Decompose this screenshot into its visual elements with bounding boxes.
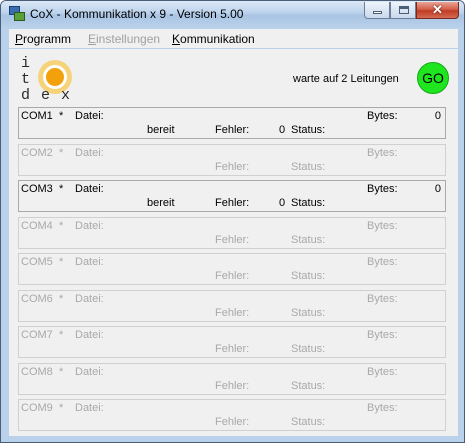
app-icon-window-front [14,12,25,21]
app-window: CoX - Kommunikation x 9 - Version 5.00 ✕… [0,0,465,443]
bytes-value: 0 [434,110,441,122]
status-label: Status: [291,306,326,319]
port-star: * [59,329,64,341]
datei-label: Datei: [75,329,104,341]
bytes-label: Bytes: [367,365,398,378]
app-icon[interactable] [9,6,25,21]
port-state: bereit [147,197,175,209]
datei-label: Datei: [75,365,104,378]
maximize-button[interactable] [390,2,416,19]
port-state: bereit [147,124,175,136]
fehler-label: Fehler: [215,306,250,319]
port-star: * [59,292,64,305]
port-star: * [59,183,64,195]
close-button[interactable]: ✕ [416,2,459,19]
status-label: Status: [291,270,326,282]
maximize-icon [399,6,409,14]
com-port-panel-3: COM3 * Datei: Bytes: 0 bereit Fehler: 0 Status: [18,180,446,212]
logo-letter-i: i [21,55,31,72]
datei-label: Datei: [75,183,104,195]
title-bar[interactable]: CoX - Kommunikation x 9 - Version 5.00 ✕ [1,1,464,27]
bytes-label: Bytes: [367,256,398,268]
status-label: Status: [291,379,326,392]
com-port-panel-6: COM6 * Datei: Bytes: Fehler: Status: [18,289,446,322]
port-name: COM7 [21,329,53,341]
port-star: * [59,146,64,159]
status-label: Status: [291,233,326,246]
datei-label: Datei: [75,256,104,268]
bytes-label: Bytes: [367,110,398,122]
go-button[interactable]: GO [417,62,449,94]
bytes-label: Bytes: [367,183,398,195]
close-icon: ✕ [432,2,443,17]
status-label: Status: [291,160,326,173]
fehler-label: Fehler: [215,416,250,428]
port-name: COM4 [21,219,53,232]
com-port-panel-1: COM1 * Datei: Bytes: 0 bereit Fehler: 0 Status: [18,107,446,139]
port-name: COM5 [21,256,53,268]
wait-status-text: warte auf 2 Leitungen [293,73,399,85]
datei-label: Datei: [75,292,104,305]
window-title: CoX - Kommunikation x 9 - Version 5.00 [30,7,244,21]
menu-bar: Programm Einstellungen Kommunikation [9,29,458,48]
datei-label: Datei: [75,402,104,414]
port-star: * [59,402,64,414]
status-label: Status: [291,197,326,209]
fehler-label: Fehler: [215,270,250,282]
bytes-value: 0 [434,183,441,195]
port-star: * [59,256,64,268]
fehler-label: Fehler: [215,233,250,246]
port-name: COM3 [21,183,53,195]
datei-label: Datei: [75,146,104,159]
itdex-logo: i t d e x [17,54,77,104]
fehler-label: Fehler: [215,160,250,173]
menu-programm[interactable]: Programm [15,32,71,46]
com-port-panel-4: COM4 * Datei: Bytes: Fehler: Status: [18,216,446,249]
bytes-label: Bytes: [367,402,398,414]
com-port-panel-5: COM5 * Datei: Bytes: Fehler: Status: [18,253,446,285]
port-name: COM1 [21,110,53,122]
menu-kommunikation[interactable]: Kommunikation [172,32,255,46]
logo-sun-core [46,68,64,86]
menu-einstellungen[interactable]: Einstellungen [88,32,160,46]
bytes-label: Bytes: [367,292,398,305]
port-name: COM2 [21,146,53,159]
minimize-button[interactable] [364,2,390,19]
fehler-value: 0 [279,124,286,136]
status-label: Status: [291,343,326,355]
logo-letter-x: x [61,87,71,104]
port-star: * [59,219,64,232]
bytes-label: Bytes: [367,219,398,232]
fehler-value: 0 [279,197,286,209]
main-panel: i t d e x warte auf 2 Leitungen GO COM1 *… [9,49,458,436]
status-label: Status: [291,416,326,428]
datei-label: Datei: [75,110,104,122]
minimize-icon [373,11,382,14]
port-name: COM6 [21,292,53,305]
com-port-panel-9: COM9 * Datei: Bytes: Fehler: Status: [18,399,446,431]
com-port-panel-2: COM2 * Datei: Bytes: Fehler: Status: [18,143,446,176]
logo-letter-e: e [41,87,51,104]
datei-label: Datei: [75,219,104,232]
logo-letter-t: t [21,71,31,88]
port-name: COM8 [21,365,53,378]
fehler-label: Fehler: [215,379,250,392]
bytes-label: Bytes: [367,146,398,159]
port-star: * [59,365,64,378]
port-star: * [59,110,64,122]
status-label: Status: [291,124,326,136]
fehler-label: Fehler: [215,343,250,355]
bytes-label: Bytes: [367,329,398,341]
fehler-label: Fehler: [215,124,250,136]
logo-letter-d: d [21,87,31,104]
com-port-panel-7: COM7 * Datei: Bytes: Fehler: Status: [18,326,446,358]
fehler-label: Fehler: [215,197,250,209]
com-port-panel-8: COM8 * Datei: Bytes: Fehler: Status: [18,362,446,395]
port-name: COM9 [21,402,53,414]
